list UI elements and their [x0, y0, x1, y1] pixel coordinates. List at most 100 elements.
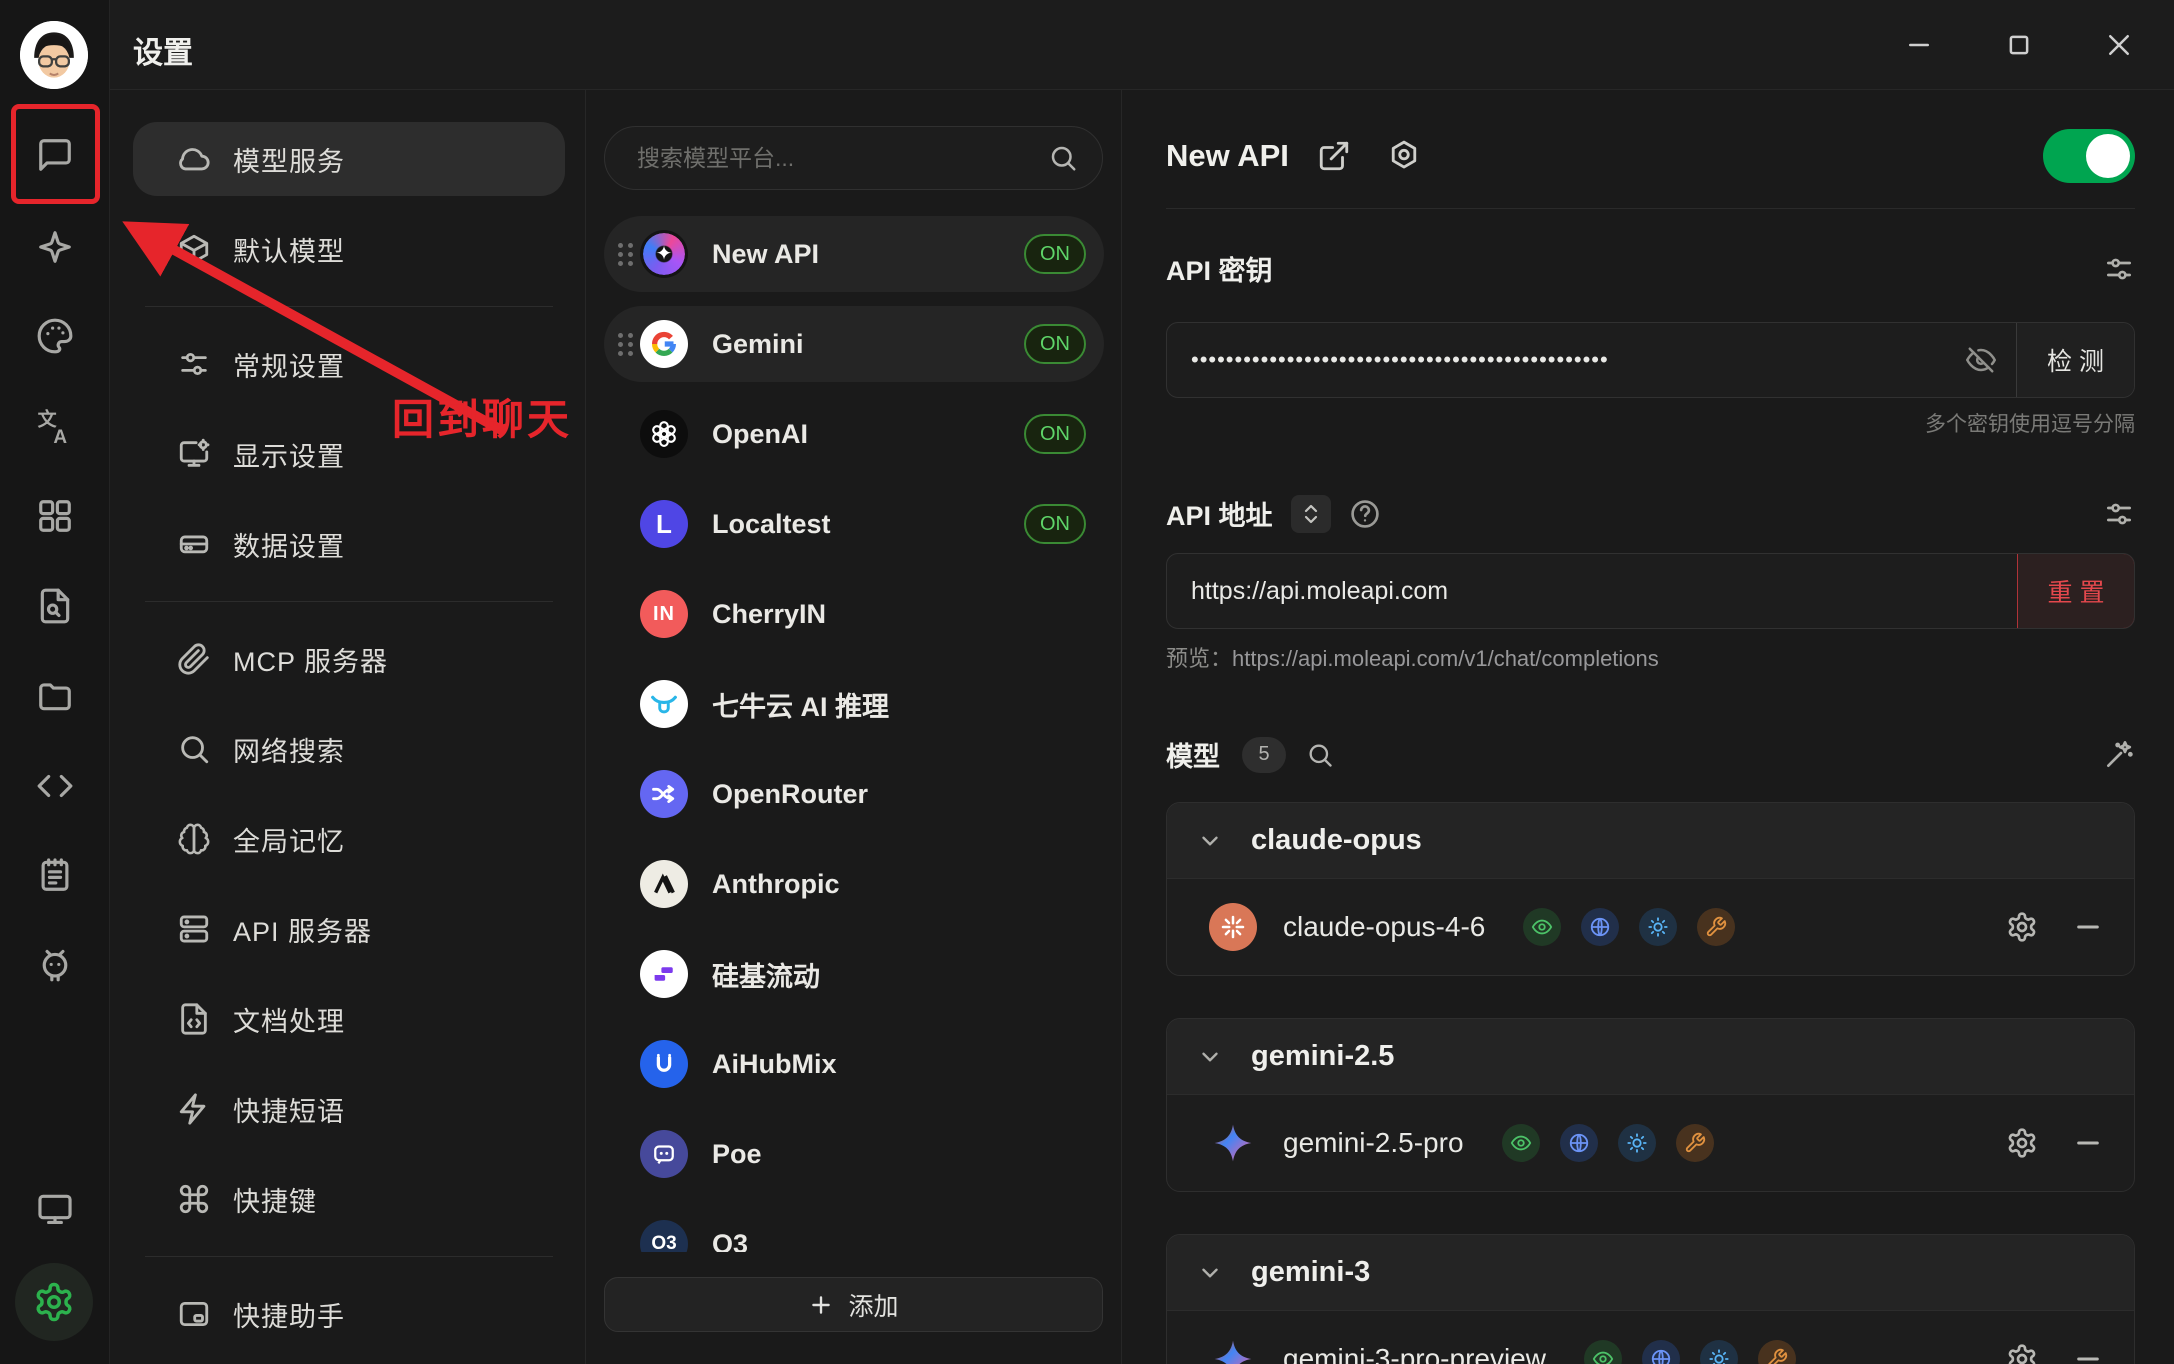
sliders-icon — [177, 347, 211, 381]
provider-search-input[interactable] — [635, 144, 1048, 173]
paintings-palette-icon[interactable] — [36, 317, 74, 355]
api-key-input[interactable] — [1167, 323, 1946, 397]
settings-gear-icon[interactable] — [15, 1263, 93, 1341]
openai-logo-icon — [640, 410, 688, 458]
remove-model-minus-icon[interactable] — [2072, 1127, 2104, 1159]
reasoning-sun-icon — [1639, 908, 1677, 946]
translate-icon[interactable] — [36, 408, 74, 446]
provider-item-siliconflow[interactable]: 硅基流动 — [604, 936, 1104, 1012]
code-icon[interactable] — [36, 767, 74, 805]
external-link-icon[interactable] — [1317, 139, 1351, 173]
command-icon — [177, 1182, 211, 1216]
anthropic-logo-icon — [640, 860, 688, 908]
provider-detail-panel: New API API 密钥 检 测 多个密钥使用逗号分隔 API 地址 重 置… — [1123, 90, 2174, 1364]
file-code-icon — [177, 1002, 211, 1036]
provider-item-cherryin[interactable]: IN CherryIN — [604, 576, 1104, 652]
provider-search-box[interactable] — [604, 126, 1103, 190]
provider-item-gemini[interactable]: Gemini ON — [604, 306, 1104, 382]
nav-item-quick-assistant[interactable]: 快捷助手 — [133, 1277, 565, 1351]
display-monitor-icon[interactable] — [36, 1190, 74, 1228]
url-format-toggle-button[interactable] — [1291, 495, 1331, 533]
remove-model-minus-icon[interactable] — [2072, 1343, 2104, 1364]
cherryin-logo-icon: IN — [640, 590, 688, 638]
provider-item-new-api[interactable]: ✦ New API ON — [604, 216, 1104, 292]
check-key-button[interactable]: 检 测 — [2016, 323, 2134, 397]
agents-sparkle-icon[interactable] — [36, 228, 74, 266]
icon-rail — [0, 0, 110, 1364]
model-settings-gear-icon[interactable] — [2006, 911, 2038, 943]
reset-url-button[interactable]: 重 置 — [2017, 553, 2135, 629]
eye-off-icon[interactable] — [1946, 323, 2016, 397]
files-folder-icon[interactable] — [36, 677, 74, 715]
avatar[interactable] — [20, 21, 88, 89]
nav-item-api-server[interactable]: API 服务器 — [133, 892, 565, 966]
remove-model-minus-icon[interactable] — [2072, 911, 2104, 943]
chevron-down-icon — [1197, 1044, 1223, 1070]
nav-item-global-memory[interactable]: 全局记忆 — [133, 802, 565, 876]
paperclip-icon — [177, 642, 211, 676]
provider-item-poe[interactable]: Poe — [604, 1116, 1104, 1192]
model-settings-gear-icon[interactable] — [2006, 1127, 2038, 1159]
nav-item-mcp-servers[interactable]: MCP 服务器 — [133, 622, 565, 696]
vision-eye-icon — [1584, 1340, 1622, 1364]
provider-config-nut-icon[interactable] — [1387, 139, 1421, 173]
minapps-grid-icon[interactable] — [36, 497, 74, 535]
model-row-gemini-2-5-pro[interactable]: gemini-2.5-pro — [1167, 1095, 2134, 1191]
divider — [1166, 208, 2135, 209]
tools-wrench-icon — [1758, 1340, 1796, 1364]
gemini-logo-icon — [1209, 1335, 1257, 1364]
search-icon — [177, 732, 211, 766]
divider — [145, 1256, 553, 1257]
model-group-header[interactable]: gemini-2.5 — [1167, 1019, 2134, 1095]
api-key-hint: 多个密钥使用逗号分隔 — [1166, 408, 2135, 438]
maximize-button[interactable] — [1988, 14, 2050, 76]
nav-item-shortcuts[interactable]: 快捷键 — [133, 1162, 565, 1236]
nav-item-default-models[interactable]: 默认模型 — [133, 212, 565, 286]
url-settings-sliders-icon[interactable] — [2103, 498, 2135, 530]
provider-enabled-toggle[interactable] — [2043, 129, 2135, 183]
robot-icon[interactable] — [36, 947, 74, 985]
google-logo-icon — [640, 320, 688, 368]
close-button[interactable] — [2088, 14, 2150, 76]
vision-eye-icon — [1523, 908, 1561, 946]
model-search-icon[interactable] — [1306, 741, 1334, 769]
nav-item-document-processing[interactable]: 文档处理 — [133, 982, 565, 1056]
package-icon — [177, 232, 211, 266]
model-row-claude-opus-4-6[interactable]: claude-opus-4-6 — [1167, 879, 2134, 975]
add-provider-button[interactable]: 添加 — [604, 1277, 1103, 1332]
manage-models-wand-icon[interactable] — [2103, 739, 2135, 771]
nav-item-data-settings[interactable]: 数据设置 — [133, 507, 565, 581]
provider-item-aihubmix[interactable]: AiHubMix — [604, 1026, 1104, 1102]
provider-item-openai[interactable]: OpenAI ON — [604, 396, 1104, 472]
provider-item-qiniu[interactable]: 七牛云 AI 推理 — [604, 666, 1104, 742]
key-settings-sliders-icon[interactable] — [2103, 253, 2135, 285]
drag-handle-icon[interactable] — [616, 237, 634, 271]
provider-item-localtest[interactable]: L Localtest ON — [604, 486, 1104, 562]
model-group-header[interactable]: gemini-3 — [1167, 1235, 2134, 1311]
divider — [145, 601, 553, 602]
url-preview: 预览：https://api.moleapi.com/v1/chat/compl… — [1166, 641, 2135, 673]
model-settings-gear-icon[interactable] — [2006, 1343, 2038, 1364]
nav-item-web-search[interactable]: 网络搜索 — [133, 712, 565, 786]
provider-item-anthropic[interactable]: Anthropic — [604, 846, 1104, 922]
drag-handle-icon[interactable] — [616, 327, 634, 361]
knowledge-file-search-icon[interactable] — [36, 587, 74, 625]
annotation-text: 回到聊天 — [392, 386, 572, 447]
app-window-icon — [177, 1297, 211, 1331]
notes-icon[interactable] — [36, 856, 74, 894]
provider-item-openrouter[interactable]: OpenRouter — [604, 756, 1104, 832]
poe-logo-icon — [640, 1130, 688, 1178]
chevrons-up-down-icon — [1299, 502, 1323, 526]
model-row-gemini-3-pro-preview[interactable]: gemini-3-pro-preview — [1167, 1311, 2134, 1364]
api-url-input[interactable] — [1167, 554, 2017, 628]
nav-item-model-services[interactable]: 模型服务 — [133, 122, 565, 196]
reasoning-sun-icon — [1618, 1124, 1656, 1162]
nav-item-quick-phrases[interactable]: 快捷短语 — [133, 1072, 565, 1146]
minimize-button[interactable] — [1888, 14, 1950, 76]
model-group-header[interactable]: claude-opus — [1167, 803, 2134, 879]
model-count-badge: 5 — [1242, 737, 1286, 773]
model-group-claude-opus: claude-opus claude-opus-4-6 — [1166, 802, 2135, 976]
localtest-logo-icon: L — [640, 500, 688, 548]
tools-wrench-icon — [1676, 1124, 1714, 1162]
help-icon[interactable] — [1349, 498, 1381, 530]
